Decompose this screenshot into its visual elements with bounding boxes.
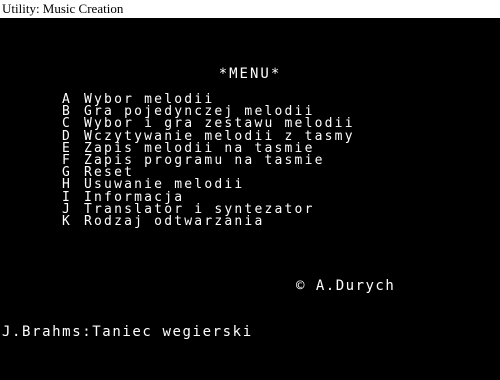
- menu-title: *MENU*: [218, 66, 282, 82]
- menu-item-key: K: [62, 213, 73, 229]
- menu-list: A Wybor melodii B Gra pojedynczej melodi…: [62, 93, 355, 229]
- menu-item-label: Rodzaj odtwarzania: [84, 213, 265, 229]
- emulator-screen: *MENU* A Wybor melodii B Gra pojedynczej…: [0, 18, 500, 380]
- image-caption: Utility: Music Creation: [2, 1, 124, 16]
- menu-item-rodzaj-odtwarzania[interactable]: K Rodzaj odtwarzania: [62, 213, 355, 229]
- now-playing-title: J.Brahms:Taniec wegierski: [2, 324, 253, 340]
- copyright-notice: © A.Durych: [296, 278, 396, 294]
